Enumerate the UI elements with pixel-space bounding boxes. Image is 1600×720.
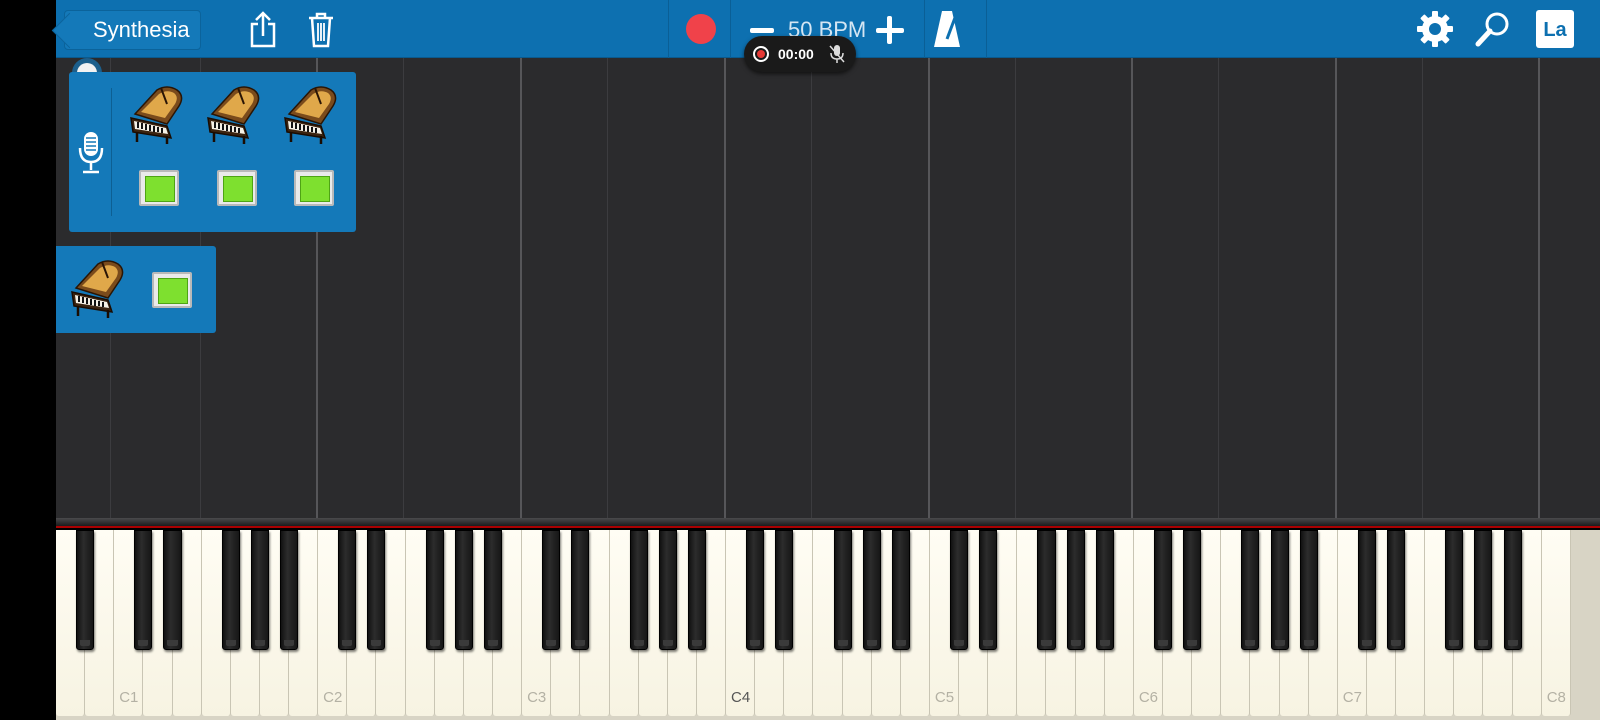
black-key[interactable]: [1445, 530, 1464, 650]
black-key[interactable]: [1241, 530, 1260, 650]
record-toggle-1[interactable]: [139, 170, 179, 206]
share-button[interactable]: [242, 8, 284, 50]
keyboard-edge: [56, 518, 1600, 528]
piano-keyboard[interactable]: C1 C2 C3 C4 C5 C6 C7 C8: [56, 530, 1600, 720]
black-key[interactable]: [483, 530, 502, 650]
black-key[interactable]: [1066, 530, 1085, 650]
black-key[interactable]: [1037, 530, 1056, 650]
beat-line: [1015, 58, 1016, 518]
black-key[interactable]: [629, 530, 648, 650]
beat-line: [1538, 58, 1540, 518]
mic-off-icon: [829, 45, 845, 63]
octave-label: C4: [731, 689, 751, 706]
beat-line: [1335, 58, 1337, 518]
black-key[interactable]: [134, 530, 153, 650]
play-toggle[interactable]: [152, 272, 192, 308]
language-button[interactable]: La: [1536, 10, 1574, 48]
metronome-button[interactable]: [926, 8, 968, 50]
synthesia-app: Synthesia 50 BPM La 00:00 C1 C2 C3 C4 C5…: [0, 0, 1600, 720]
black-key[interactable]: [979, 530, 998, 650]
share-icon: [250, 11, 276, 48]
black-key[interactable]: [1503, 530, 1522, 650]
play-instruments-panel: [56, 246, 216, 333]
recording-indicator[interactable]: 00:00: [744, 36, 856, 72]
black-key[interactable]: [280, 530, 299, 650]
recording-time: 00:00: [778, 46, 814, 62]
black-key[interactable]: [571, 530, 590, 650]
black-key[interactable]: [454, 530, 473, 650]
record-button[interactable]: [686, 14, 716, 44]
octave-label: C7: [1342, 689, 1362, 706]
black-key[interactable]: [367, 530, 386, 650]
record-toggle-2[interactable]: [217, 170, 257, 206]
black-key[interactable]: [1357, 530, 1376, 650]
search-button[interactable]: [1472, 8, 1514, 50]
black-key[interactable]: [542, 530, 561, 650]
trash-icon: [309, 12, 333, 48]
octave-label: C8: [1546, 689, 1566, 706]
black-key[interactable]: [425, 530, 444, 650]
black-key[interactable]: [687, 530, 706, 650]
black-key[interactable]: [891, 530, 910, 650]
black-key[interactable]: [833, 530, 852, 650]
grand-piano-icon[interactable]: [68, 258, 128, 320]
octave-label: C2: [323, 689, 343, 706]
beat-line: [1422, 58, 1423, 518]
microphone-icon[interactable]: [77, 130, 105, 176]
record-toggle-3[interactable]: [294, 170, 334, 206]
beat-line: [1131, 58, 1133, 518]
grand-piano-icon[interactable]: [281, 84, 341, 146]
black-key[interactable]: [1299, 530, 1318, 650]
back-button[interactable]: Synthesia: [64, 10, 201, 50]
black-key[interactable]: [746, 530, 765, 650]
octave-label: C5: [934, 689, 955, 706]
bpm-increase-button[interactable]: [874, 14, 906, 46]
beat-line: [811, 58, 812, 518]
black-key[interactable]: [221, 530, 240, 650]
black-key[interactable]: [338, 530, 357, 650]
metronome-icon: [934, 11, 960, 47]
delete-button[interactable]: [300, 8, 342, 50]
black-key[interactable]: [862, 530, 881, 650]
beat-line: [607, 58, 608, 518]
settings-button[interactable]: [1414, 8, 1456, 50]
black-key[interactable]: [1183, 530, 1202, 650]
gear-icon: [1417, 11, 1453, 47]
record-instruments-panel: [69, 72, 356, 232]
grand-piano-icon[interactable]: [127, 84, 187, 146]
black-key[interactable]: [163, 530, 182, 650]
black-key[interactable]: [76, 530, 95, 650]
recording-dot-icon: [753, 46, 769, 62]
back-button-label: Synthesia: [93, 17, 190, 42]
black-key[interactable]: [1095, 530, 1114, 650]
beat-line: [724, 58, 726, 518]
octave-label: C3: [527, 689, 547, 706]
grand-piano-icon[interactable]: [204, 84, 264, 146]
search-icon: [1475, 12, 1509, 47]
black-key[interactable]: [658, 530, 677, 650]
black-key[interactable]: [250, 530, 269, 650]
black-key[interactable]: [1153, 530, 1173, 650]
beat-line: [520, 58, 522, 518]
black-key[interactable]: [1387, 530, 1406, 650]
beat-line: [403, 58, 404, 518]
black-key[interactable]: [950, 530, 969, 650]
black-key[interactable]: [775, 530, 794, 650]
beat-line: [928, 58, 930, 518]
black-key[interactable]: [1474, 530, 1493, 650]
beat-line: [1218, 58, 1219, 518]
black-key[interactable]: [1270, 530, 1289, 650]
octave-label: C1: [119, 689, 139, 706]
octave-label: C6: [1138, 689, 1159, 706]
